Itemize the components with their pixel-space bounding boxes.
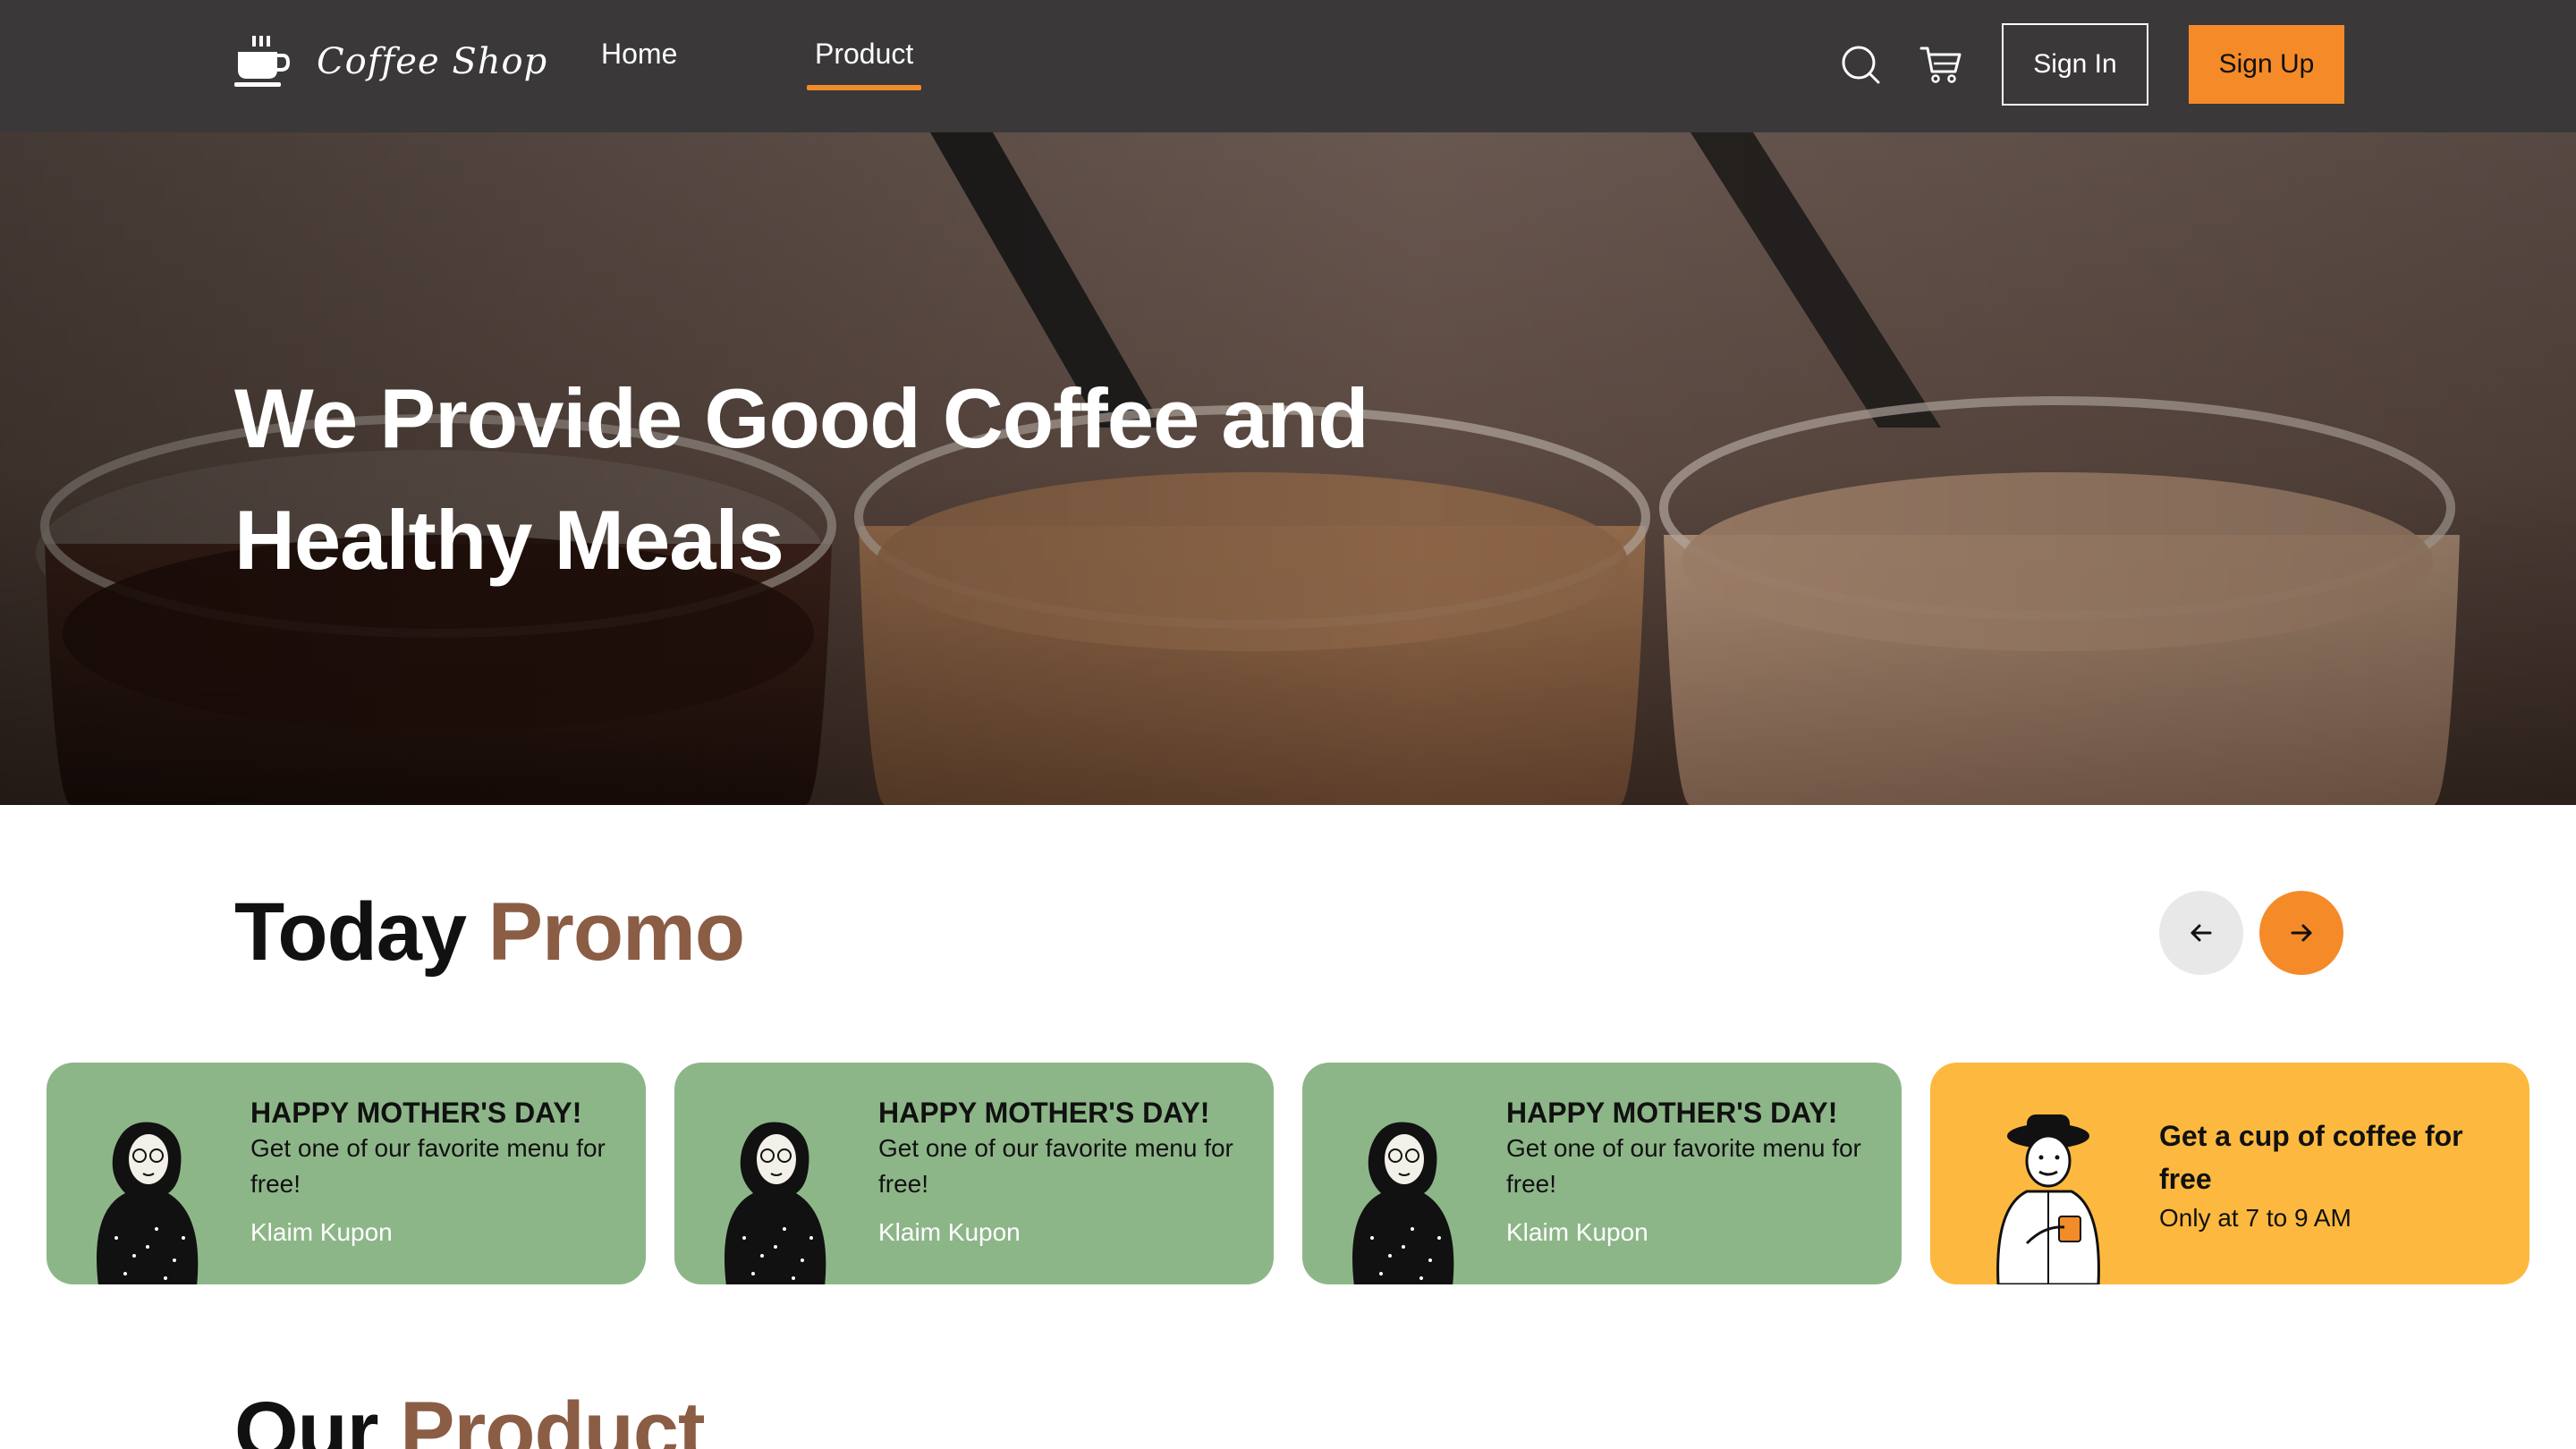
claim-coupon-link[interactable]: Klaim Kupon <box>878 1218 1247 1247</box>
carousel-next-button[interactable] <box>2259 891 2343 975</box>
promo-card-text: HAPPY MOTHER'S DAY! Get one of our favor… <box>878 1095 1247 1247</box>
promo-card-text: HAPPY MOTHER'S DAY! Get one of our favor… <box>250 1095 619 1247</box>
nav-active-indicator <box>807 85 922 90</box>
promo-card-desc: Get one of our favorite menu for free! <box>1506 1134 1861 1198</box>
promo-card-free-coffee[interactable]: Get a cup of coffee for free Only at 7 t… <box>1930 1063 2529 1284</box>
man-with-coffee-illustration-icon <box>1996 1114 2100 1284</box>
nav-link-product[interactable]: Product <box>807 38 922 90</box>
sign-up-button[interactable]: Sign Up <box>2189 25 2344 104</box>
promo-card[interactable]: HAPPY MOTHER'S DAY! Get one of our favor… <box>47 1063 646 1284</box>
promo-card[interactable]: HAPPY MOTHER'S DAY! Get one of our favor… <box>1302 1063 1902 1284</box>
search-button[interactable] <box>1839 43 1882 86</box>
promo-title-accent: Promo <box>487 886 745 978</box>
promo-card-desc: Get one of our favorite menu for free! <box>878 1134 1233 1198</box>
promo-card-desc: Only at 7 to 9 AM <box>2159 1204 2351 1232</box>
claim-coupon-link[interactable]: Klaim Kupon <box>1506 1218 1875 1247</box>
cart-icon <box>1919 47 1962 83</box>
promo-card-text: HAPPY MOTHER'S DAY! Get one of our favor… <box>1506 1095 1875 1247</box>
arrow-left-icon <box>2190 924 2212 942</box>
mother-illustration-icon <box>1352 1122 1454 1284</box>
promo-card-text: Get a cup of coffee for free Only at 7 t… <box>2159 1114 2503 1236</box>
hero-banner: We Provide Good Coffee and Healthy Meals <box>0 132 2576 805</box>
promo-title-main: Today <box>234 886 467 978</box>
navbar: Coffee Shop Home Product Sign In Sign Up <box>0 0 2576 132</box>
promo-card[interactable]: HAPPY MOTHER'S DAY! Get one of our favor… <box>674 1063 1274 1284</box>
nav-link-product-label: Product <box>815 38 914 70</box>
mother-illustration-icon <box>97 1122 199 1284</box>
sign-in-button[interactable]: Sign In <box>2002 23 2148 106</box>
carousel-prev-button[interactable] <box>2159 891 2243 975</box>
promo-section-title: Today Promo <box>234 886 745 979</box>
claim-coupon-link[interactable]: Klaim Kupon <box>250 1218 619 1247</box>
product-title-accent: Product <box>400 1385 706 1449</box>
mother-illustration-icon <box>724 1122 826 1284</box>
promo-card-desc: Get one of our favorite menu for free! <box>250 1134 606 1198</box>
cart-button[interactable] <box>1919 43 1962 86</box>
promo-card-title: HAPPY MOTHER'S DAY! <box>250 1097 582 1129</box>
nav-link-home[interactable]: Home <box>601 38 677 71</box>
product-title-main: Our <box>234 1385 379 1449</box>
arrow-right-icon <box>2291 924 2312 942</box>
promo-card-title: Get a cup of coffee for free <box>2159 1120 2463 1195</box>
brand-logo[interactable]: Coffee Shop <box>234 34 547 89</box>
promo-card-title: HAPPY MOTHER'S DAY! <box>1506 1097 1838 1129</box>
search-icon <box>1842 46 1880 84</box>
product-section-title: Our Product <box>234 1385 706 1449</box>
brand-name: Coffee Shop <box>317 41 548 82</box>
hero-title: We Provide Good Coffee and Healthy Meals <box>234 371 1369 587</box>
coffee-cup-icon <box>234 36 290 87</box>
promo-card-title: HAPPY MOTHER'S DAY! <box>878 1097 1210 1129</box>
